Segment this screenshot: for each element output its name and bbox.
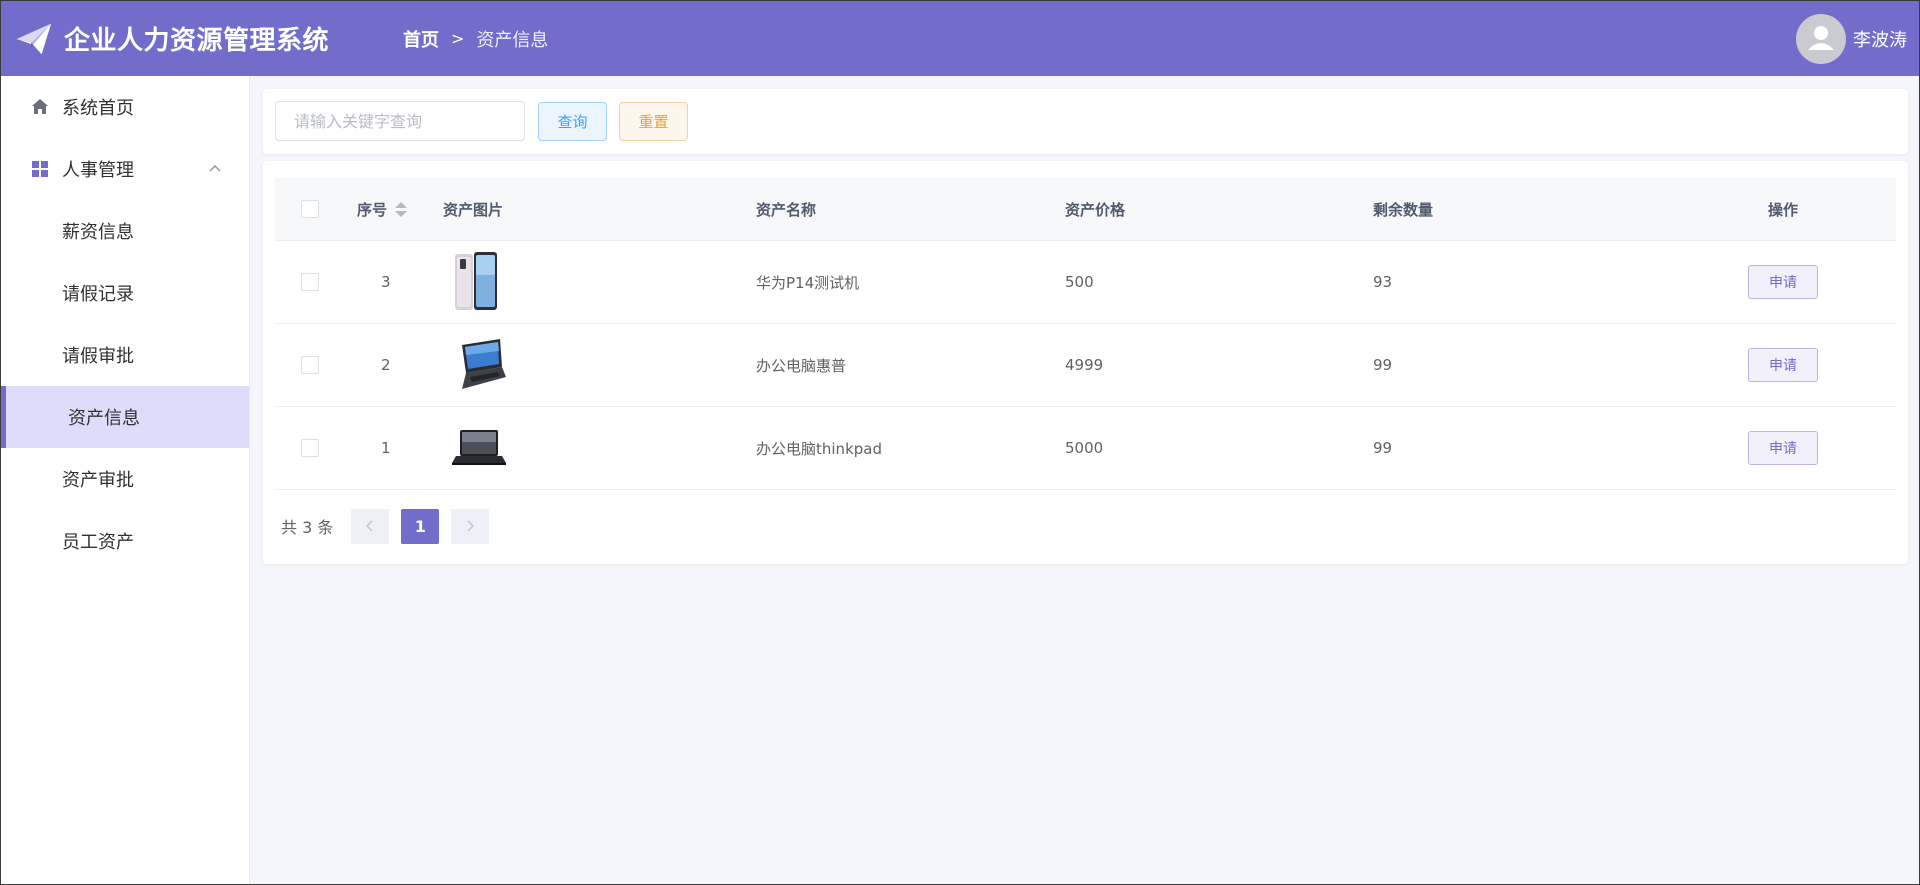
sidebar-item-hr-management[interactable]: 人事管理 xyxy=(0,138,249,200)
user-menu[interactable]: 李波涛 xyxy=(1796,14,1907,64)
column-header-name: 资产名称 xyxy=(756,200,817,219)
cell-price: 5000 xyxy=(1065,439,1104,457)
sidebar-item-label: 资产信息 xyxy=(68,408,140,429)
apply-button[interactable]: 申请 xyxy=(1748,431,1818,465)
top-header: 企业人力资源管理系统 首页 > 资产信息 李波涛 xyxy=(1,1,1919,76)
cell-index: 2 xyxy=(381,356,391,374)
pagination-total: 共 3 条 xyxy=(281,518,334,537)
cell-index: 3 xyxy=(381,273,391,291)
cell-name: 办公电脑惠普 xyxy=(756,356,847,375)
query-button[interactable]: 查询 xyxy=(538,102,607,141)
row-checkbox[interactable] xyxy=(301,356,319,374)
table-row: 1 办公电脑thinkpad 5000 99 申请 xyxy=(275,407,1896,490)
sort-caret-icon[interactable] xyxy=(395,201,408,219)
row-checkbox[interactable] xyxy=(301,273,319,291)
apply-button[interactable]: 申请 xyxy=(1748,265,1818,299)
search-input[interactable] xyxy=(275,101,525,141)
table-row: 3 华为P14测试机 500 93 申请 xyxy=(275,241,1896,324)
home-icon xyxy=(32,99,48,114)
sidebar-item-asset-info[interactable]: 资产信息 xyxy=(0,386,249,448)
sidebar-item-employee-assets[interactable]: 员工资产 xyxy=(0,510,249,572)
sidebar: 系统首页 人事管理 薪资信息 请假记录 请假审批 资产信息 资产审批 员工资产 xyxy=(0,76,250,885)
cell-price: 4999 xyxy=(1065,356,1104,374)
column-header-price: 资产价格 xyxy=(1065,200,1126,219)
grid-icon xyxy=(32,161,48,177)
sidebar-item-leave-approval[interactable]: 请假审批 xyxy=(0,324,249,386)
sidebar-item-label: 系统首页 xyxy=(62,98,134,119)
breadcrumb-separator: > xyxy=(451,29,465,48)
cell-price: 500 xyxy=(1065,273,1094,291)
column-header-index[interactable]: 序号 xyxy=(357,199,408,220)
user-avatar-icon[interactable] xyxy=(1796,14,1846,64)
table-row: 2 办公电脑惠普 4999 99 申请 xyxy=(275,324,1896,407)
sidebar-item-salary[interactable]: 薪资信息 xyxy=(0,200,249,262)
column-header-action: 操作 xyxy=(1768,200,1799,219)
app-title: 企业人力资源管理系统 xyxy=(64,26,330,56)
user-name[interactable]: 李波涛 xyxy=(1853,26,1907,52)
sidebar-item-label: 资产审批 xyxy=(62,470,134,491)
cell-index: 1 xyxy=(381,439,391,457)
apply-button[interactable]: 申请 xyxy=(1748,348,1818,382)
sidebar-item-label: 人事管理 xyxy=(62,160,134,181)
column-header-remaining: 剩余数量 xyxy=(1373,200,1434,219)
asset-table-card: 序号 资产图片 资产名称 资产价格 剩余数量 操作 3 华为P14测试机 500… xyxy=(263,161,1908,564)
phone-icon xyxy=(448,250,508,314)
sidebar-item-label: 薪资信息 xyxy=(62,222,134,243)
cell-remaining: 93 xyxy=(1373,273,1393,291)
breadcrumb-home[interactable]: 首页 xyxy=(403,26,439,52)
chevron-right-icon[interactable] xyxy=(451,508,490,544)
cell-name: 华为P14测试机 xyxy=(756,273,860,292)
chevron-up-icon xyxy=(209,165,221,172)
reset-button[interactable]: 重置 xyxy=(619,102,688,141)
app-logo[interactable]: 企业人力资源管理系统 xyxy=(15,20,329,58)
sidebar-item-label: 请假审批 xyxy=(62,346,134,367)
breadcrumb-current: 资产信息 xyxy=(476,29,549,51)
breadcrumb: 首页 > 资产信息 xyxy=(403,26,548,52)
chevron-left-icon[interactable] xyxy=(351,508,390,544)
sidebar-item-leave-records[interactable]: 请假记录 xyxy=(0,262,249,324)
pagination: 共 3 条 1 xyxy=(281,508,501,544)
cell-name: 办公电脑thinkpad xyxy=(756,439,882,458)
table-header: 序号 资产图片 资产名称 资产价格 剩余数量 操作 xyxy=(275,178,1896,241)
paper-plane-icon xyxy=(16,23,52,54)
sidebar-item-label: 请假记录 xyxy=(62,284,134,305)
pagination-page-current[interactable]: 1 xyxy=(401,508,440,544)
laptop-icon xyxy=(448,333,508,397)
sidebar-item-home[interactable]: 系统首页 xyxy=(0,76,249,138)
sidebar-item-label: 员工资产 xyxy=(62,532,134,553)
cell-remaining: 99 xyxy=(1373,356,1393,374)
asset-table: 序号 资产图片 资产名称 资产价格 剩余数量 操作 3 华为P14测试机 500… xyxy=(275,178,1896,490)
column-header-label: 序号 xyxy=(357,200,388,219)
column-header-image: 资产图片 xyxy=(443,200,504,219)
laptop-icon xyxy=(448,416,508,480)
search-bar: 查询 重置 xyxy=(263,89,1908,154)
cell-remaining: 99 xyxy=(1373,439,1393,457)
sidebar-item-asset-approval[interactable]: 资产审批 xyxy=(0,448,249,510)
row-checkbox[interactable] xyxy=(301,439,319,457)
select-all-checkbox[interactable] xyxy=(301,200,319,218)
